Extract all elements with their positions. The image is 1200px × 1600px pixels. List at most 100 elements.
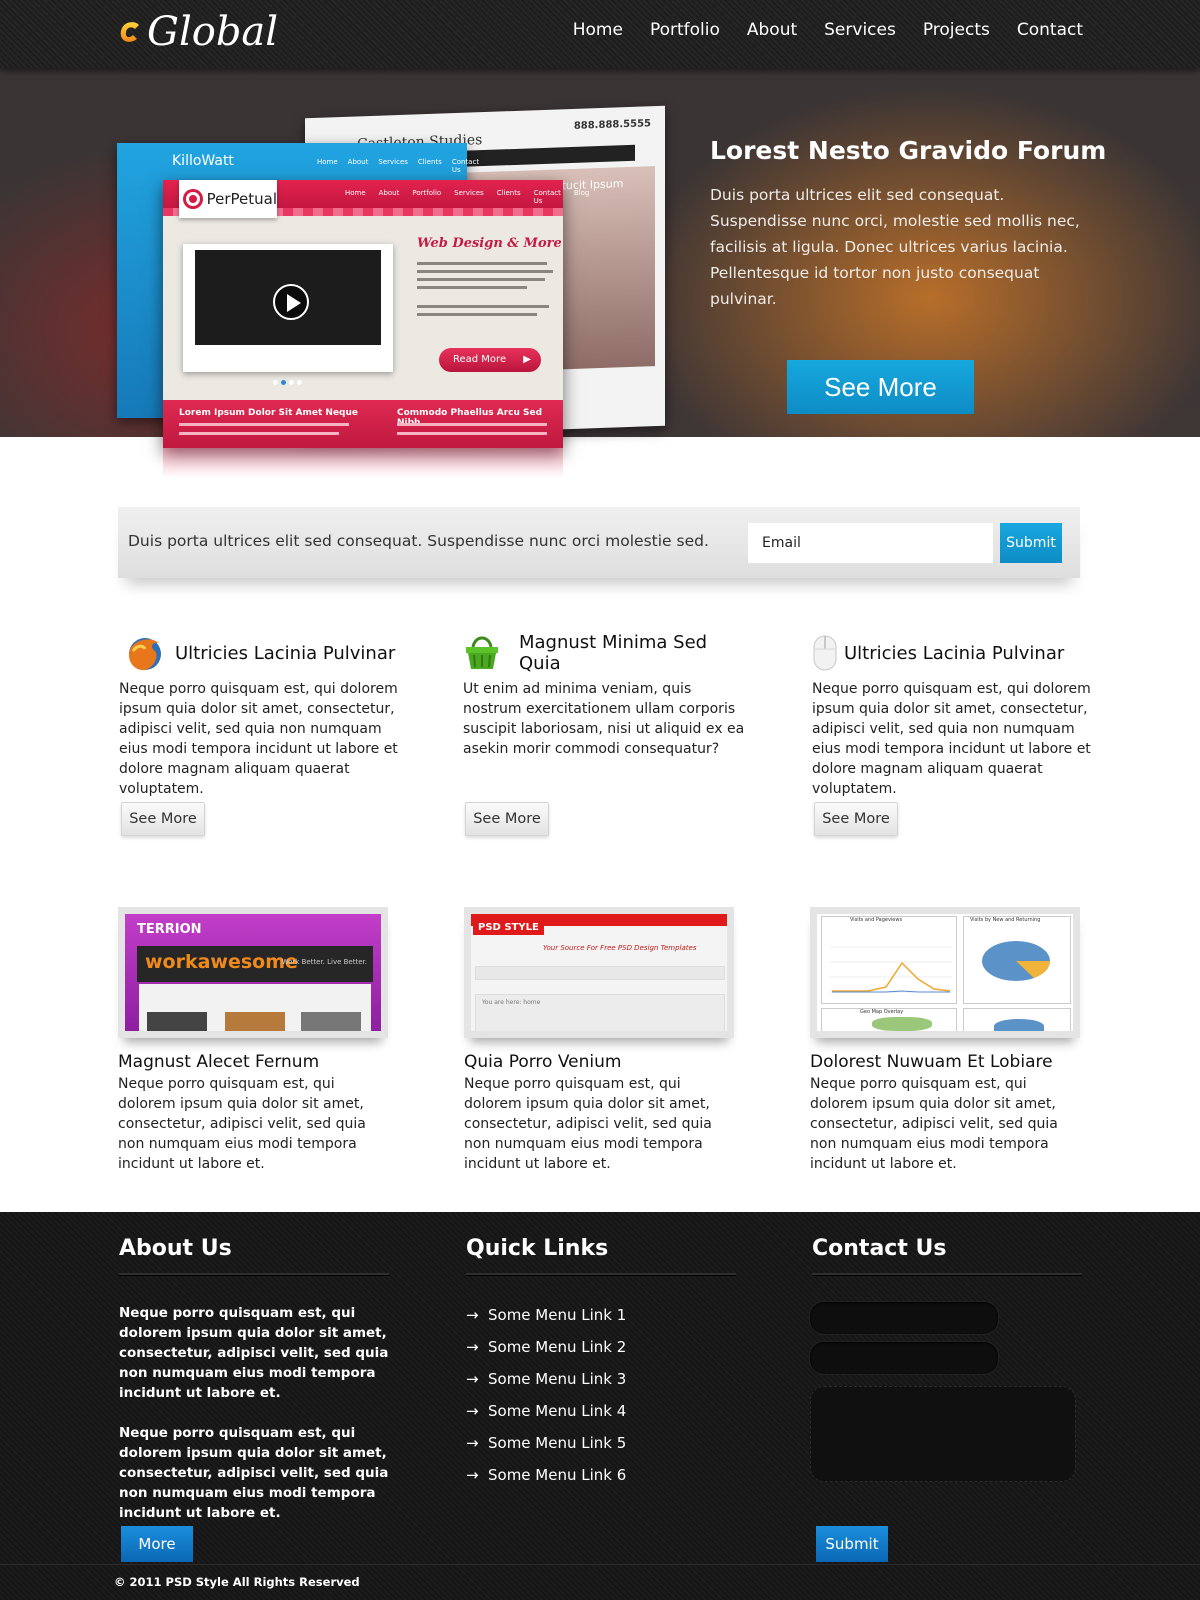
- play-icon: [273, 284, 309, 320]
- hero-text: Duis porta ultrices elit sed consequat. …: [710, 186, 1080, 308]
- footer-link-label: Some Menu Link 2: [488, 1338, 627, 1356]
- footer-link-label: Some Menu Link 5: [488, 1434, 627, 1452]
- feature-see-more-button[interactable]: See More: [814, 802, 898, 836]
- portfolio-body: Neque porro quisquam est, qui dolorem ip…: [464, 1076, 712, 1172]
- mockup-perpetual-screen: [183, 244, 393, 372]
- thumbnail-brand: TERRION: [137, 922, 202, 937]
- portfolio-thumbnail[interactable]: PSD STYLE Your Source For Free PSD Desig…: [464, 907, 734, 1038]
- newsletter-submit-button[interactable]: Submit: [1000, 523, 1062, 563]
- footer-link[interactable]: → Some Menu Link 4: [466, 1395, 736, 1427]
- footer-link[interactable]: → Some Menu Link 5: [466, 1427, 736, 1459]
- portfolio-item: TERRION workawesome Work Better. Live Be…: [118, 907, 388, 1174]
- portfolio-thumbnail[interactable]: TERRION workawesome Work Better. Live Be…: [118, 907, 388, 1038]
- footer-about-text: Neque porro quisquam est, qui dolorem ip…: [119, 1305, 389, 1401]
- main-nav: Home Portfolio About Services Projects C…: [573, 20, 1083, 40]
- target-icon: [183, 189, 203, 209]
- portfolio-thumbnail-image: Visits and Pageviews Visits by New and R…: [817, 914, 1073, 1031]
- portfolio-title: Dolorest Nuwuam Et Lobiare: [810, 1052, 1053, 1072]
- nav-contact[interactable]: Contact: [1017, 20, 1083, 40]
- mockup-killowatt-nav: Home About Services Clients Contact Us: [317, 158, 479, 174]
- footer-link[interactable]: → Some Menu Link 3: [466, 1363, 736, 1395]
- mockup-perpetual-nav: Home About Portfolio Services Clients Co…: [345, 189, 589, 205]
- nav-home[interactable]: Home: [573, 20, 623, 40]
- feature-see-more-button[interactable]: See More: [465, 802, 549, 836]
- feature-header: Ultricies Lacinia Pulvinar: [812, 633, 1102, 673]
- footer-about-title: About Us: [119, 1236, 389, 1275]
- mockup-killowatt-nav-item: About: [347, 158, 369, 166]
- thumbnail-tagline: Work Better. Live Better.: [281, 958, 367, 966]
- portfolio-item: PSD STYLE Your Source For Free PSD Desig…: [464, 907, 734, 1174]
- feature-title: Ultricies Lacinia Pulvinar: [175, 642, 396, 664]
- copyright-text: © 2011 PSD Style All Rights Reserved: [114, 1575, 360, 1589]
- footer-link[interactable]: → Some Menu Link 6: [466, 1459, 736, 1491]
- hero-banner: Castleton Studies 888.888.5555 es Altuci…: [0, 68, 1200, 478]
- footer-about: About Us Neque porro quisquam est, qui d…: [119, 1236, 389, 1562]
- mockup-perpetual-nav-item: Contact Us: [533, 189, 561, 205]
- feature-card: Ultricies Lacinia Pulvinar Neque porro q…: [812, 633, 1102, 836]
- mockup-perpetual-text-lines: [417, 262, 553, 321]
- mockup-killowatt-nav-item: Contact Us: [451, 158, 480, 174]
- footer-link[interactable]: → Some Menu Link 2: [466, 1331, 736, 1363]
- contact-name-input[interactable]: [810, 1302, 998, 1334]
- slider-dots: [273, 380, 302, 385]
- thumbnail-tagline: You are here: home: [482, 999, 541, 1006]
- footer-quick-links: Quick Links → Some Menu Link 1 → Some Menu…: [466, 1236, 736, 1491]
- thumbnail-headline: workawesome: [145, 951, 298, 973]
- feature-body: Neque porro quisquam est, qui dolorem ip…: [812, 681, 1091, 797]
- footer-link[interactable]: → Some Menu Link 1: [466, 1299, 736, 1331]
- contact-submit-button[interactable]: Submit: [816, 1526, 888, 1562]
- portfolio-title: Quia Porro Venium: [464, 1052, 622, 1072]
- logo[interactable]: Global: [117, 8, 278, 56]
- thumbnail-nav: [475, 966, 725, 980]
- contact-message-textarea[interactable]: [810, 1386, 1076, 1482]
- newsletter-text: Duis porta ultrices elit sed consequat. …: [128, 532, 709, 550]
- thumbnail-tagline: Geo Map Overlay: [860, 1009, 904, 1015]
- copyright-bar: © 2011 PSD Style All Rights Reserved: [0, 1564, 1200, 1600]
- arrow-right-icon: →: [466, 1306, 479, 1324]
- feature-see-more-button[interactable]: See More: [121, 802, 205, 836]
- arrow-right-icon: →: [466, 1370, 479, 1388]
- mockup-perpetual-readmore: Read More ▶: [439, 348, 541, 372]
- nav-portfolio[interactable]: Portfolio: [650, 20, 720, 40]
- mockup-perpetual-footer: Lorem Ipsum Dolor Sit Amet Neque Commodo…: [163, 400, 563, 448]
- thumbnail-source-panel: [963, 1008, 1071, 1031]
- hero-title: Lorest Nesto Gravido Forum: [710, 136, 1107, 165]
- nav-services[interactable]: Services: [824, 20, 896, 40]
- thumbnail-headline: Your Source For Free PSD Design Template…: [543, 944, 697, 952]
- mockup-perpetual-nav-item: Portfolio: [412, 189, 442, 197]
- portfolio-item: Visits and Pageviews Visits by New and R…: [810, 907, 1080, 1174]
- line-chart-icon: [830, 946, 952, 993]
- portfolio-title: Magnust Alecet Fernum: [118, 1052, 320, 1072]
- arrow-right-icon: →: [466, 1402, 479, 1420]
- portfolio-thumbnail-image: PSD STYLE Your Source For Free PSD Desig…: [471, 914, 727, 1031]
- nav-about[interactable]: About: [747, 20, 797, 40]
- feature-body: Neque porro quisquam est, qui dolorem ip…: [119, 681, 398, 797]
- thumbnail-banner: workawesome Work Better. Live Better.: [137, 946, 373, 982]
- footer-about-text: Neque porro quisquam est, qui dolorem ip…: [119, 1425, 389, 1521]
- firefox-icon: [119, 633, 175, 673]
- mouse-icon: [812, 633, 844, 673]
- newsletter-email-input[interactable]: [748, 523, 993, 563]
- mockup-killowatt-nav-item: Clients: [417, 158, 442, 166]
- footer-contact-title: Contact Us: [812, 1236, 1082, 1275]
- mockup-perpetual-nav-item: Home: [345, 189, 366, 197]
- thumbnail-content: You are here: home: [475, 994, 725, 1031]
- logo-text: Global: [147, 9, 279, 55]
- feature-header: Magnust Minima Sed Quia: [463, 632, 753, 674]
- arrow-right-icon: →: [466, 1434, 479, 1452]
- nav-projects[interactable]: Projects: [923, 20, 990, 40]
- footer-links-list: → Some Menu Link 1 → Some Menu Link 2 → Som…: [466, 1299, 736, 1491]
- portfolio-thumbnail[interactable]: Visits and Pageviews Visits by New and R…: [810, 907, 1080, 1038]
- hero-see-more-button[interactable]: See More: [787, 360, 974, 414]
- feature-header: Ultricies Lacinia Pulvinar: [119, 633, 409, 673]
- mockup-killowatt-nav-item: Services: [378, 158, 408, 166]
- mockup-killowatt-name: KilloWatt: [172, 153, 234, 169]
- mockup-perpetual-footer-title-1: Lorem Ipsum Dolor Sit Amet Neque: [179, 408, 359, 418]
- text-line: [397, 423, 547, 426]
- footer-more-button[interactable]: More: [121, 1526, 193, 1562]
- text-line: [179, 423, 349, 426]
- mockup-killowatt-nav-item: Home: [317, 158, 338, 166]
- mockup-reflection: [163, 448, 563, 478]
- contact-email-input[interactable]: [810, 1342, 998, 1374]
- feature-card: Ultricies Lacinia Pulvinar Neque porro q…: [119, 633, 409, 836]
